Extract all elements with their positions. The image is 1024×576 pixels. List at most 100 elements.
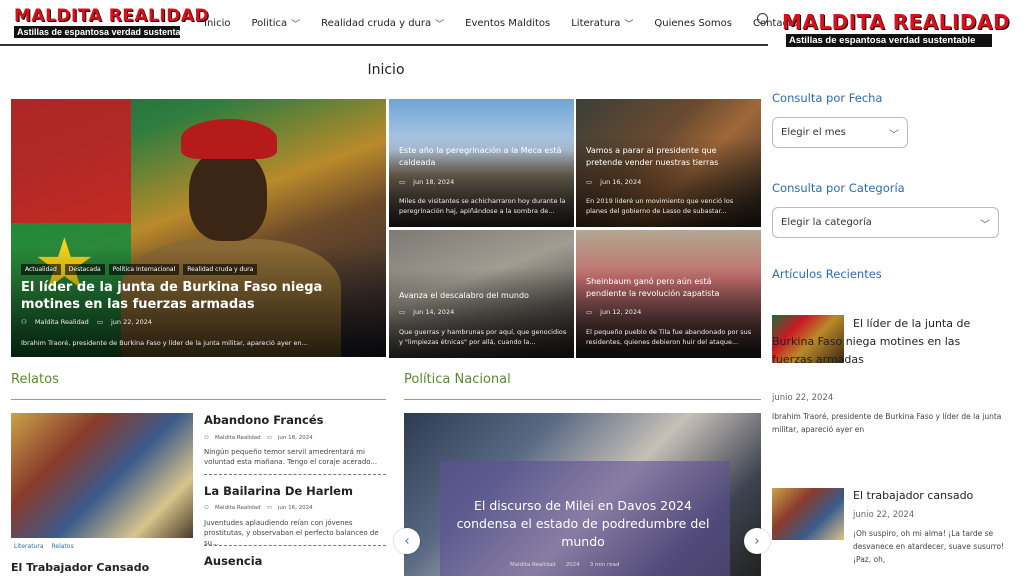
archive-month-select[interactable]: Elegir el mes ﹀ xyxy=(772,117,908,148)
post-tags: Actualidad Destacada Política Internacio… xyxy=(21,264,258,275)
post-author[interactable]: Maldita Realidad xyxy=(215,435,261,441)
logo-title: MALDITA REALIDAD xyxy=(782,10,1011,34)
post-date: jun 16, 2024 xyxy=(277,505,313,511)
section-divider xyxy=(404,399,761,400)
site-header: MALDITA REALIDAD Astillas de espantosa v… xyxy=(0,0,798,46)
post-meta: ⚇ Maldita Realidad ▭ jun 22, 2024 xyxy=(21,318,152,326)
post-excerpt: Que guerras y hambrunas por aquí, que ge… xyxy=(399,328,567,346)
post-title[interactable]: La Bailarina De Harlem xyxy=(204,484,353,498)
post-date: jun 16, 2024 xyxy=(600,178,642,186)
search-icon[interactable] xyxy=(757,13,768,24)
post-title[interactable]: Abandono Francés xyxy=(204,413,324,427)
post-date: jun 14, 2024 xyxy=(413,308,455,316)
post-date: 2024 xyxy=(565,562,580,568)
calendar-icon: ▭ xyxy=(399,308,406,316)
nav-item-eventos[interactable]: Eventos Malditos xyxy=(465,18,550,29)
calendar-icon: ▭ xyxy=(96,318,103,326)
slider-prev-button[interactable]: ‹ xyxy=(394,528,420,554)
nav-item-realidad[interactable]: Realidad cruda y dura ﹀ xyxy=(321,17,444,30)
post-title[interactable]: Sheinbaum ganó pero aún está pendiente l… xyxy=(586,276,751,300)
chevron-down-icon: ﹀ xyxy=(291,19,301,30)
section-divider xyxy=(11,399,386,400)
author-icon: ⚇ xyxy=(21,318,27,326)
slide-title[interactable]: El discurso de Milei en Davos 2024 conde… xyxy=(454,497,712,551)
calendar-icon: ▭ xyxy=(399,178,406,186)
chevron-down-icon: ﹀ xyxy=(435,19,445,30)
featured-title[interactable]: El líder de la junta de Burkina Faso nie… xyxy=(21,279,376,313)
author-icon: ⚇ xyxy=(204,505,209,511)
nav-item-literatura[interactable]: Literatura ﹀ xyxy=(571,17,633,30)
tag[interactable]: Destacada xyxy=(64,264,105,275)
main-nav: Inicio Politica ﹀ Realidad cruda y dura ﹀ … xyxy=(204,0,819,46)
post-author[interactable]: Maldita Realidad xyxy=(510,562,556,568)
tag[interactable]: Política Internacional xyxy=(108,264,180,275)
recent-post-excerpt: Ibrahim Traoré, presidente de Burkina Fa… xyxy=(772,412,1002,434)
post-title[interactable]: Avanza el descalabro del mundo xyxy=(399,290,564,302)
featured-main-post[interactable]: ★ Actualidad Destacada Política Internac… xyxy=(11,99,386,357)
relato-feature-title[interactable]: El Trabajador Cansado xyxy=(11,561,149,574)
post-divider xyxy=(204,545,386,546)
sidebar-heading-fecha: Consulta por Fecha xyxy=(772,91,883,105)
recent-post-date: junio 22, 2024 xyxy=(772,393,834,403)
calendar-icon: ▭ xyxy=(586,178,593,186)
site-logo[interactable]: MALDITA REALIDAD Astillas de espantosa v… xyxy=(14,6,210,38)
calendar-icon: ▭ xyxy=(586,308,593,316)
nav-item-politica[interactable]: Politica ﹀ xyxy=(251,17,300,30)
page-title: Inicio xyxy=(367,62,405,78)
post-divider xyxy=(204,474,386,475)
post-date: jun 22, 2024 xyxy=(110,318,153,326)
tag[interactable]: Literatura xyxy=(14,543,44,550)
slide-meta: Maldita Realidad 2024 3 min read xyxy=(510,562,619,568)
post-meta: ⚇ Maldita Realidad ▭ jun 16, 2024 xyxy=(204,505,313,511)
calendar-icon: ▭ xyxy=(266,505,272,511)
post-date: jun 18, 2024 xyxy=(413,178,455,186)
recent-post-date: junio 22, 2024 xyxy=(853,510,915,520)
tag[interactable]: Realidad cruda y dura xyxy=(183,264,258,275)
featured-small-post[interactable]: Sheinbaum ganó pero aún está pendiente l… xyxy=(576,230,761,358)
section-heading-relatos[interactable]: Relatos xyxy=(11,372,59,387)
chevron-down-icon: ﹀ xyxy=(889,130,899,141)
nav-item-quienes[interactable]: Quienes Somos xyxy=(654,18,732,29)
post-title[interactable]: Este año la peregrinación a la Meca está… xyxy=(399,145,564,169)
post-read-time: 3 min read xyxy=(589,562,620,568)
featured-small-post[interactable]: Avanza el descalabro del mundo ▭ jun 14, … xyxy=(389,230,574,358)
author-icon: ⚇ xyxy=(204,435,209,441)
logo-tagline: Astillas de espantosa verdad sustentable xyxy=(14,26,194,38)
nav-item-inicio[interactable]: Inicio xyxy=(204,18,230,29)
chevron-down-icon: ﹀ xyxy=(624,19,634,30)
post-title[interactable]: Ausencia xyxy=(204,554,262,568)
sidebar-heading-categoria: Consulta por Categoría xyxy=(772,181,905,195)
chevron-down-icon: ﹀ xyxy=(980,220,990,231)
logo-title: MALDITA REALIDAD xyxy=(14,6,210,26)
post-excerpt: Ningún pequeño temor servil amedrentará … xyxy=(204,448,378,466)
post-excerpt: El pequeño pueblo de Tila fue abandonado… xyxy=(586,328,752,346)
politica-slider[interactable]: El discurso de Milei en Davos 2024 conde… xyxy=(404,413,761,576)
post-excerpt: En 2019 lideré un movimiento que venció … xyxy=(586,197,734,215)
category-select[interactable]: Elegir la categoría ﹀ xyxy=(772,207,999,238)
post-meta: ⚇ Maldita Realidad ▭ jun 18, 2024 xyxy=(204,435,313,441)
post-tags: Literatura Relatos xyxy=(14,543,74,550)
post-excerpt: Miles de visitantes se achicharraron hoy… xyxy=(399,197,566,215)
logo-tagline: Astillas de espantosa verdad sustentable xyxy=(786,34,992,47)
post-author[interactable]: Maldita Realidad xyxy=(215,505,261,511)
relato-feature-image[interactable] xyxy=(11,413,193,538)
post-excerpt: Ibrahim Traoré, presidente de Burkina Fa… xyxy=(21,339,308,347)
slider-next-button[interactable]: › xyxy=(744,528,770,554)
tag[interactable]: Relatos xyxy=(52,543,74,550)
sidebar-heading-recientes: Artículos Recientes xyxy=(772,267,882,281)
tag[interactable]: Actualidad xyxy=(21,264,61,275)
post-title[interactable]: Vamos a parar al presidente que pretende… xyxy=(586,145,751,169)
recent-post-excerpt: ¡Oh suspiro, oh mi alma! ¡La tarde se de… xyxy=(853,529,1005,564)
post-date: jun 12, 2024 xyxy=(600,308,642,316)
post-author[interactable]: Maldita Realidad xyxy=(35,318,89,326)
recent-post-title[interactable]: El líder de la junta de Burkina Faso nie… xyxy=(772,315,1004,369)
recent-post-title[interactable]: El trabajador cansado xyxy=(853,487,1013,505)
recent-post-thumbnail[interactable] xyxy=(772,488,844,540)
featured-small-post[interactable]: Vamos a parar al presidente que pretende… xyxy=(576,99,761,227)
sidebar-logo[interactable]: MALDITA REALIDAD Astillas de espantosa v… xyxy=(782,10,1011,47)
post-excerpt: Juventudes aplaudiendo reían con jóvenes… xyxy=(204,519,379,547)
featured-small-post[interactable]: Este año la peregrinación a la Meca está… xyxy=(389,99,574,227)
post-date: jun 18, 2024 xyxy=(277,435,313,441)
section-heading-politica[interactable]: Política Nacional xyxy=(404,372,511,387)
calendar-icon: ▭ xyxy=(266,435,272,441)
